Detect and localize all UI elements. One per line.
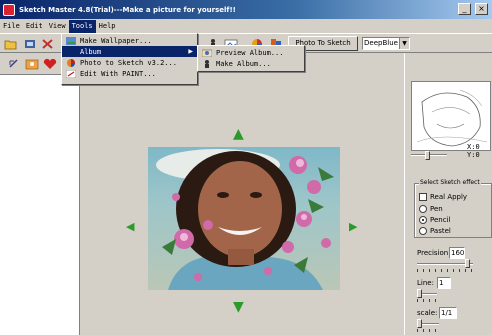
menu-item-photo-to-sketch[interactable]: Photo to Sketch v3.2... bbox=[62, 57, 197, 68]
photo-icon[interactable] bbox=[24, 56, 40, 71]
scale-slider-thumb[interactable] bbox=[417, 319, 422, 328]
sketch-effect-group: Select Sketch effect Real Apply Pen Penc… bbox=[414, 179, 492, 238]
photo-to-sketch-icon bbox=[65, 58, 76, 67]
submenu-arrow-icon: ▶ bbox=[188, 48, 193, 55]
photo-to-sketch-label: Photo to Sketch v3.2... bbox=[80, 58, 177, 67]
preview-album-label: Preview Album... bbox=[216, 48, 284, 57]
menu-item-edit-with-paint[interactable]: Edit With PAINT... bbox=[62, 68, 197, 79]
album-submenu: Preview Album... Make Album... bbox=[197, 45, 305, 72]
scan-icon[interactable] bbox=[22, 36, 38, 51]
style-combo[interactable]: DeepBlue ▼ bbox=[362, 37, 410, 50]
album-icon bbox=[65, 47, 76, 56]
checkbox-box[interactable] bbox=[419, 193, 427, 201]
pastel-label: Pastel bbox=[430, 227, 451, 235]
menu-item-make-wallpaper[interactable]: Make Wallpaper... bbox=[62, 35, 197, 46]
app-icon bbox=[3, 3, 15, 16]
right-panel: X:0 Y:0 Select Sketch effect Real Apply … bbox=[404, 53, 492, 335]
precision-input[interactable]: 160 bbox=[449, 247, 465, 259]
radio-pen[interactable] bbox=[419, 205, 427, 213]
scale-input[interactable]: 1/1 bbox=[439, 307, 457, 319]
title-bar: Sketch Master 4.8(Trial)---Make a pictur… bbox=[0, 0, 492, 19]
make-album-label: Make Album... bbox=[216, 59, 271, 68]
radio-pencil[interactable] bbox=[419, 216, 427, 224]
menu-tools[interactable]: Tools bbox=[68, 19, 96, 33]
coordinates-readout: X:0 Y:0 bbox=[467, 143, 480, 159]
menu-item-make-album[interactable]: Make Album... bbox=[198, 58, 304, 69]
chevron-down-icon[interactable]: ▼ bbox=[399, 38, 409, 49]
edit-with-paint-label: Edit With PAINT... bbox=[80, 69, 156, 78]
scale-label: scale: bbox=[417, 309, 438, 317]
style-combo-value: DeepBlue bbox=[364, 39, 398, 47]
menu-bar: File Edit View Tools Help bbox=[0, 19, 492, 33]
wallpaper-icon bbox=[65, 36, 76, 45]
line-input[interactable]: 1 bbox=[437, 277, 451, 289]
heart-icon[interactable] bbox=[42, 56, 58, 71]
menu-file[interactable]: File bbox=[0, 20, 23, 33]
move-left-arrow-icon[interactable]: ◀ bbox=[126, 220, 134, 234]
scale-slider-ticks bbox=[417, 329, 439, 332]
album-label: Album bbox=[80, 47, 102, 56]
close-button[interactable]: × bbox=[475, 3, 488, 15]
make-album-icon bbox=[201, 59, 212, 68]
move-down-arrow-icon[interactable]: ▼ bbox=[233, 300, 244, 314]
real-apply-checkbox[interactable]: Real Apply bbox=[419, 193, 467, 201]
effect-radio-pencil[interactable]: Pencil bbox=[419, 216, 450, 224]
x-value: 0 bbox=[475, 143, 480, 151]
move-right-arrow-icon[interactable]: ▶ bbox=[349, 220, 357, 234]
pen-label: Pen bbox=[430, 205, 443, 213]
open-folder-icon[interactable] bbox=[3, 36, 19, 51]
real-apply-label: Real Apply bbox=[430, 193, 468, 201]
precision-slider-ticks bbox=[417, 269, 473, 272]
minimize-button[interactable]: _ bbox=[458, 3, 471, 15]
pencil-label: Pencil bbox=[430, 216, 451, 224]
line-label: Line: bbox=[417, 279, 434, 287]
preview-slider-thumb[interactable] bbox=[425, 151, 430, 160]
line-slider-thumb[interactable] bbox=[417, 289, 422, 298]
paint-icon bbox=[65, 69, 76, 78]
precision-label: Precision: bbox=[417, 249, 451, 257]
photo-image bbox=[148, 147, 340, 290]
menu-edit[interactable]: Edit bbox=[23, 20, 46, 33]
menu-help[interactable]: Help bbox=[96, 20, 119, 33]
y-value: 0 bbox=[475, 151, 480, 159]
precision-slider-thumb[interactable] bbox=[465, 259, 470, 268]
move-up-arrow-icon[interactable]: ▲ bbox=[233, 127, 244, 141]
tools-icon[interactable] bbox=[40, 36, 56, 51]
menu-item-album[interactable]: Album ▶ bbox=[62, 46, 197, 57]
effect-radio-pastel[interactable]: Pastel bbox=[419, 227, 451, 235]
window-title: Sketch Master 4.8(Trial)---Make a pictur… bbox=[19, 5, 236, 14]
effect-radio-pen[interactable]: Pen bbox=[419, 205, 443, 213]
make-wallpaper-label: Make Wallpaper... bbox=[80, 36, 152, 45]
rotate-icon[interactable] bbox=[6, 56, 22, 71]
menu-view[interactable]: View bbox=[46, 20, 69, 33]
preview-thumbnail bbox=[411, 81, 491, 151]
canvas-area: ▲ ▼ ◀ ▶ bbox=[82, 75, 404, 335]
sketch-effect-title: Select Sketch effect bbox=[419, 179, 481, 186]
preview-slider[interactable] bbox=[411, 151, 449, 160]
tools-menu: Make Wallpaper... Album ▶ Photo to Sketc… bbox=[61, 33, 198, 85]
menu-item-preview-album[interactable]: Preview Album... bbox=[198, 47, 304, 58]
left-panel bbox=[0, 75, 80, 335]
preview-album-icon bbox=[201, 48, 212, 57]
radio-pastel[interactable] bbox=[419, 227, 427, 235]
line-slider-ticks bbox=[417, 299, 437, 302]
